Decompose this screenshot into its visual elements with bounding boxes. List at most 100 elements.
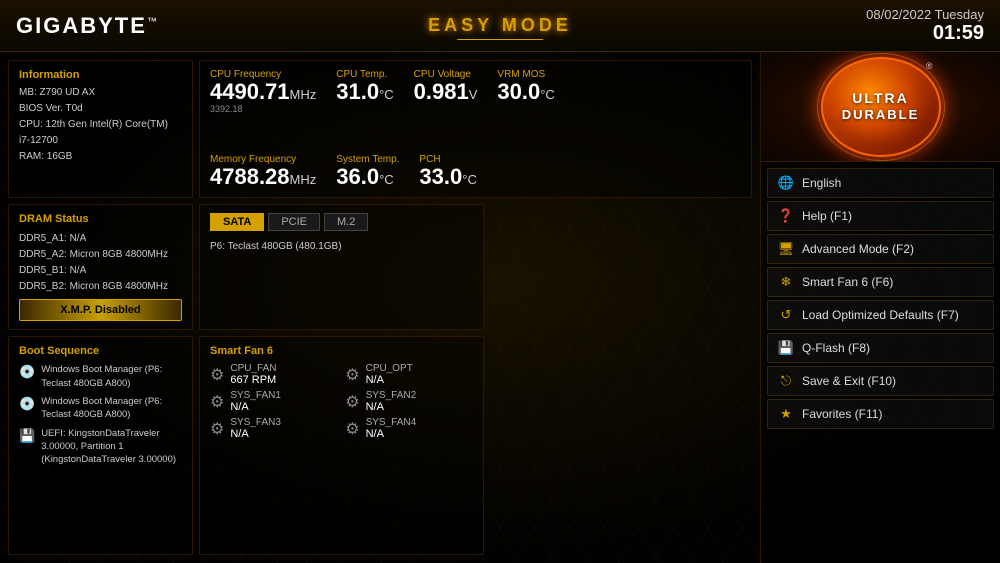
- fan-item: ⚙ SYS_FAN4 N/A: [345, 417, 472, 440]
- boot-panel: Boot Sequence 💿 Windows Boot Manager (P6…: [8, 336, 193, 555]
- xmp-bar[interactable]: X.M.P. Disabled: [19, 299, 182, 321]
- boot-item: 💾 UEFI: KingstonDataTraveler 3.00000, Pa…: [19, 427, 182, 467]
- fan-icon: ⚙: [345, 392, 359, 412]
- logo: GIGABYTE™: [16, 15, 159, 37]
- info-ram: RAM: 16GB: [19, 149, 182, 165]
- empty-area: [490, 204, 753, 330]
- fan-value: N/A: [230, 401, 281, 413]
- fan-icon: ⚙: [345, 419, 359, 439]
- sidebar-icon-english: 🌐: [778, 175, 794, 191]
- sidebar-item-smartfan[interactable]: ❄ Smart Fan 6 (F6): [767, 267, 994, 297]
- sidebar-label-help: Help (F1): [802, 209, 852, 223]
- info-cpu2: i7-12700: [19, 133, 182, 149]
- cpu-volt-stat: CPU Voltage 0.981V: [414, 69, 478, 114]
- vrm-value: 30.0°C: [497, 80, 554, 104]
- dram-content: DDR5_A1: N/ADDR5_A2: Micron 8GB 4800MHzD…: [19, 231, 182, 295]
- fan-info: SYS_FAN4 N/A: [366, 417, 417, 440]
- info-bios: BIOS Ver. T0d: [19, 101, 182, 117]
- sidebar-label-saveexit: Save & Exit (F10): [802, 374, 896, 388]
- header: GIGABYTE™ EASY MODE 08/02/2022 Tuesday 0…: [0, 0, 1000, 52]
- sidebar-item-help[interactable]: ❓ Help (F1): [767, 201, 994, 231]
- sidebar-icon-smartfan: ❄: [778, 274, 794, 290]
- stats-panel: CPU Frequency 4490.71MHz 3392.18 CPU Tem…: [199, 60, 752, 198]
- tab-m2[interactable]: M.2: [324, 213, 368, 231]
- empty-area-2: [490, 336, 753, 555]
- cpu-freq-value: 4490.71MHz: [210, 80, 316, 104]
- mem-freq-value: 4788.28MHz: [210, 165, 316, 189]
- sidebar-item-advanced[interactable]: 🖥 Advanced Mode (F2): [767, 234, 994, 264]
- cpu-freq-sub: 3392.18: [210, 104, 316, 114]
- header-datetime: 08/02/2022 Tuesday 01:59: [866, 7, 984, 45]
- sidebar-label-english: English: [802, 176, 841, 190]
- sidebar-item-defaults[interactable]: ↺ Load Optimized Defaults (F7): [767, 300, 994, 330]
- sidebar-item-qflash[interactable]: 💾 Q-Flash (F8): [767, 333, 994, 363]
- middle-row: DRAM Status DDR5_A1: N/ADDR5_A2: Micron …: [8, 204, 752, 330]
- fan-info: SYS_FAN1 N/A: [230, 390, 281, 413]
- boot-item-icon: 💿: [19, 396, 35, 412]
- fan-value: N/A: [366, 374, 413, 386]
- sidebar-label-smartfan: Smart Fan 6 (F6): [802, 275, 893, 289]
- boot-item-label: Windows Boot Manager (P6: Teclast 480GB …: [41, 395, 182, 422]
- fan-info: SYS_FAN3 N/A: [230, 417, 281, 440]
- dram-panel: DRAM Status DDR5_A1: N/ADDR5_A2: Micron …: [8, 204, 193, 330]
- fan-name: SYS_FAN4: [366, 417, 417, 428]
- fan-value: N/A: [366, 401, 417, 413]
- boot-item: 💿 Windows Boot Manager (P6: Teclast 480G…: [19, 395, 182, 422]
- boot-title: Boot Sequence: [19, 345, 182, 357]
- dram-slot: DDR5_B1: N/A: [19, 263, 182, 279]
- dram-slot: DDR5_A1: N/A: [19, 231, 182, 247]
- fan-value: 667 RPM: [230, 374, 276, 386]
- boot-item-label: Windows Boot Manager (P6: Teclast 480GB …: [41, 363, 182, 390]
- fan-value: N/A: [230, 428, 281, 440]
- fan-item: ⚙ SYS_FAN1 N/A: [210, 390, 337, 413]
- info-mb: MB: Z790 UD AX: [19, 85, 182, 101]
- sidebar-icon-favorites: ★: [778, 406, 794, 422]
- storage-tabs: SATA PCIE M.2: [210, 213, 473, 231]
- storage-devices: P6: Teclast 480GB (480.1GB): [210, 239, 473, 255]
- info-cpu: CPU: 12th Gen Intel(R) Core(TM): [19, 117, 182, 133]
- tab-pcie[interactable]: PCIE: [268, 213, 320, 231]
- boot-item-icon: 💿: [19, 364, 35, 380]
- cpu-volt-value: 0.981V: [414, 80, 478, 104]
- fan-name: SYS_FAN1: [230, 390, 281, 401]
- sidebar-icon-help: ❓: [778, 208, 794, 224]
- boot-item-label: UEFI: KingstonDataTraveler 3.00000, Part…: [41, 427, 182, 467]
- storage-device: P6: Teclast 480GB (480.1GB): [210, 239, 473, 255]
- fan-item: ⚙ CPU_OPT N/A: [345, 363, 472, 386]
- left-area: Information MB: Z790 UD AX BIOS Ver. T0d…: [0, 52, 760, 563]
- right-sidebar: ULTRA DURABLE ® 🌐 English ❓ Help (F1) 🖥 …: [760, 52, 1000, 563]
- boot-item: 💿 Windows Boot Manager (P6: Teclast 480G…: [19, 363, 182, 390]
- fan-info: CPU_OPT N/A: [366, 363, 413, 386]
- sidebar-label-defaults: Load Optimized Defaults (F7): [802, 308, 959, 322]
- cpu-temp-stat: CPU Temp. 31.0°C: [336, 69, 393, 114]
- info-title: Information: [19, 69, 182, 81]
- sidebar-item-saveexit[interactable]: ⎋ Save & Exit (F10): [767, 366, 994, 396]
- pch-stat: PCH 33.0°C: [419, 154, 476, 189]
- fan-info: CPU_FAN 667 RPM: [230, 363, 276, 386]
- fan-icon: ⚙: [345, 365, 359, 385]
- fan-item: ⚙ CPU_FAN 667 RPM: [210, 363, 337, 386]
- sidebar-item-english[interactable]: 🌐 English: [767, 168, 994, 198]
- sidebar-icon-defaults: ↺: [778, 307, 794, 323]
- fan-name: SYS_FAN3: [230, 417, 281, 428]
- storage-panel: SATA PCIE M.2 P6: Teclast 480GB (480.1GB…: [199, 204, 484, 330]
- boot-items: 💿 Windows Boot Manager (P6: Teclast 480G…: [19, 363, 182, 466]
- sidebar-item-favorites[interactable]: ★ Favorites (F11): [767, 399, 994, 429]
- fan-item: ⚙ SYS_FAN2 N/A: [345, 390, 472, 413]
- header-title: EASY MODE: [428, 15, 572, 36]
- header-time: 01:59: [933, 22, 984, 45]
- logo-text: GIGABYTE™: [16, 15, 159, 37]
- cpu-freq-stat: CPU Frequency 4490.71MHz 3392.18: [210, 69, 316, 114]
- fan-icon: ⚙: [210, 419, 224, 439]
- dram-title: DRAM Status: [19, 213, 182, 225]
- sys-temp-stat: System Temp. 36.0°C: [336, 154, 399, 189]
- fan-icon: ⚙: [210, 365, 224, 385]
- sidebar-menu: 🌐 English ❓ Help (F1) 🖥 Advanced Mode (F…: [761, 162, 1000, 563]
- ud-text-durable: DURABLE: [842, 107, 920, 122]
- fan-name: SYS_FAN2: [366, 390, 417, 401]
- info-panel: Information MB: Z790 UD AX BIOS Ver. T0d…: [8, 60, 193, 198]
- ud-text-ultra: ULTRA: [852, 91, 908, 106]
- tab-sata[interactable]: SATA: [210, 213, 264, 231]
- sidebar-icon-advanced: 🖥: [778, 241, 794, 257]
- dram-slot: DDR5_B2: Micron 8GB 4800MHz: [19, 279, 182, 295]
